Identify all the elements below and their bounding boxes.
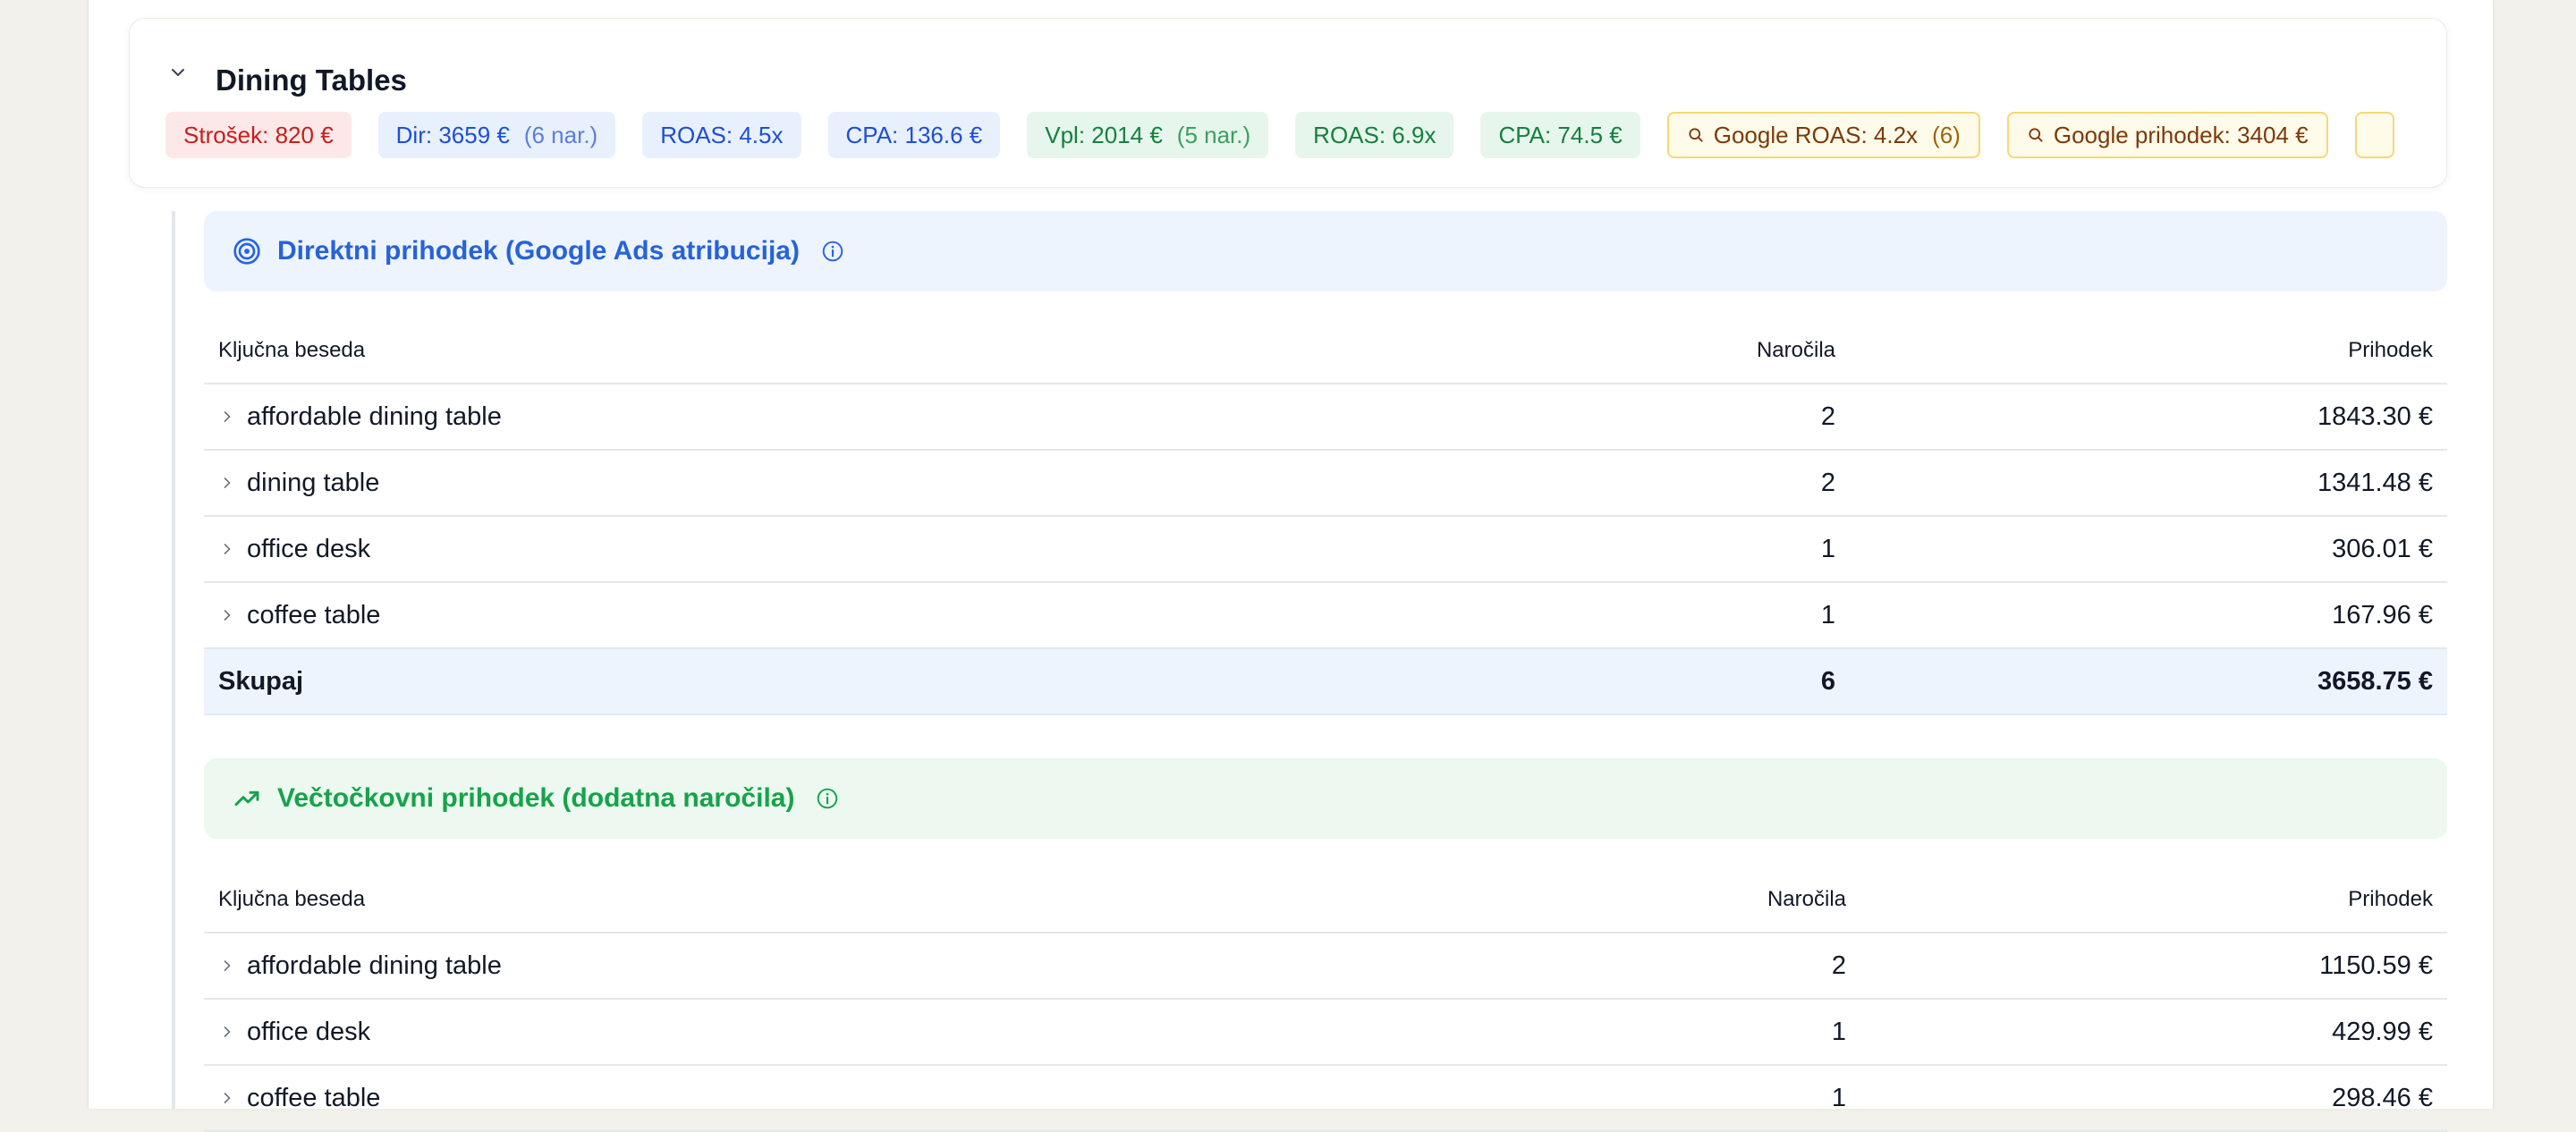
search-icon (1687, 126, 1705, 144)
target-icon (233, 237, 261, 266)
direct-section-title: Direktni prihodek (Google Ads atribucija… (277, 236, 800, 266)
direct-revenue-badge: Dir: 3659 €(6 nar.) (378, 112, 616, 158)
total-revenue: 3658.75 € (1850, 648, 2447, 714)
table-row[interactable]: coffee table 1 298.46 € (204, 1065, 2447, 1131)
assisted-cpa-badge: CPA: 74.5 € (1480, 112, 1640, 158)
table-row[interactable]: coffee table 1 167.96 € (204, 582, 2447, 648)
table-row[interactable]: affordable dining table 2 1150.59 € (204, 933, 2447, 999)
metrics-badges: Strošek: 820 € Dir: 3659 €(6 nar.) ROAS:… (165, 112, 2394, 158)
chevron-right-icon[interactable] (218, 540, 236, 558)
revenue-cell: 167.96 € (1850, 582, 2447, 648)
table-row[interactable]: affordable dining table 2 1843.30 € (204, 384, 2447, 450)
total-row: Skupaj 6 3658.75 € (204, 648, 2447, 714)
info-icon[interactable] (821, 240, 844, 263)
keyword-cell: coffee table (247, 601, 380, 630)
keyword-cell: dining table (247, 469, 379, 498)
overflow-badge (2355, 112, 2394, 158)
orders-cell: 2 (1367, 933, 1860, 999)
revenue-cell: 429.99 € (1860, 999, 2447, 1065)
chevron-right-icon[interactable] (218, 606, 236, 624)
revenue-cell: 306.01 € (1850, 516, 2447, 582)
orders-cell: 1 (1367, 516, 1850, 582)
revenue-cell: 1843.30 € (1850, 384, 2447, 450)
orders-cell: 2 (1367, 384, 1850, 450)
direct-roas-badge: ROAS: 4.5x (642, 112, 801, 158)
keyword-cell: affordable dining table (247, 951, 502, 981)
group-title: Dining Tables (216, 65, 407, 95)
table-header-row: Ključna beseda Naročila Prihodek (204, 867, 2447, 933)
column-header-revenue: Prihodek (1850, 318, 2447, 384)
group-indent-line (172, 211, 175, 1109)
orders-cell: 1 (1367, 582, 1850, 648)
assisted-revenue-badge: Vpl: 2014 €(5 nar.) (1027, 112, 1268, 158)
cost-badge: Strošek: 820 € (165, 112, 352, 158)
total-label: Skupaj (204, 648, 1367, 714)
info-icon[interactable] (816, 787, 839, 810)
column-header-revenue: Prihodek (1860, 867, 2447, 933)
assisted-revenue-section-header: Večtočkovni prihodek (dodatna naročila) (204, 758, 2447, 839)
group-card-header[interactable]: Dining Tables Strošek: 820 € Dir: 3659 €… (129, 18, 2447, 188)
revenue-cell: 1341.48 € (1850, 450, 2447, 516)
orders-cell: 1 (1367, 1065, 1860, 1131)
keyword-cell: affordable dining table (247, 402, 502, 432)
column-header-orders: Naročila (1367, 318, 1850, 384)
assisted-revenue-table: Ključna beseda Naročila Prihodek afforda… (204, 867, 2447, 1132)
chevron-right-icon[interactable] (218, 474, 236, 492)
table-header-row: Ključna beseda Naročila Prihodek (204, 318, 2447, 384)
direct-cpa-badge: CPA: 136.6 € (828, 112, 1001, 158)
orders-cell: 1 (1367, 999, 1860, 1065)
column-header-orders: Naročila (1367, 867, 1860, 933)
keyword-cell: office desk (247, 535, 370, 564)
keyword-cell: office desk (247, 1018, 370, 1047)
table-row[interactable]: dining table 2 1341.48 € (204, 450, 2447, 516)
assisted-section-title: Večtočkovni prihodek (dodatna naročila) (277, 783, 794, 814)
column-header-keyword: Ključna beseda (204, 867, 1367, 933)
direct-revenue-section-header: Direktni prihodek (Google Ads atribucija… (204, 211, 2447, 291)
direct-revenue-table: Ključna beseda Naročila Prihodek afforda… (204, 318, 2447, 715)
search-icon (2027, 126, 2045, 144)
chevron-down-icon[interactable] (167, 62, 189, 83)
chevron-right-icon[interactable] (218, 957, 236, 975)
chevron-right-icon[interactable] (218, 1023, 236, 1041)
chevron-right-icon[interactable] (218, 1089, 236, 1107)
assisted-roas-badge: ROAS: 6.9x (1295, 112, 1453, 158)
revenue-cell: 1150.59 € (1860, 933, 2447, 999)
table-row[interactable]: office desk 1 306.01 € (204, 516, 2447, 582)
google-revenue-badge: Google prihodek: 3404 € (2007, 112, 2328, 158)
chevron-right-icon[interactable] (218, 408, 236, 426)
revenue-cell: 298.46 € (1860, 1065, 2447, 1131)
total-orders: 6 (1367, 648, 1850, 714)
column-header-keyword: Ključna beseda (204, 318, 1367, 384)
google-roas-badge: Google ROAS: 4.2x(6) (1667, 112, 1980, 158)
trending-up-icon (233, 784, 261, 813)
orders-cell: 2 (1367, 450, 1850, 516)
table-row[interactable]: office desk 1 429.99 € (204, 999, 2447, 1065)
